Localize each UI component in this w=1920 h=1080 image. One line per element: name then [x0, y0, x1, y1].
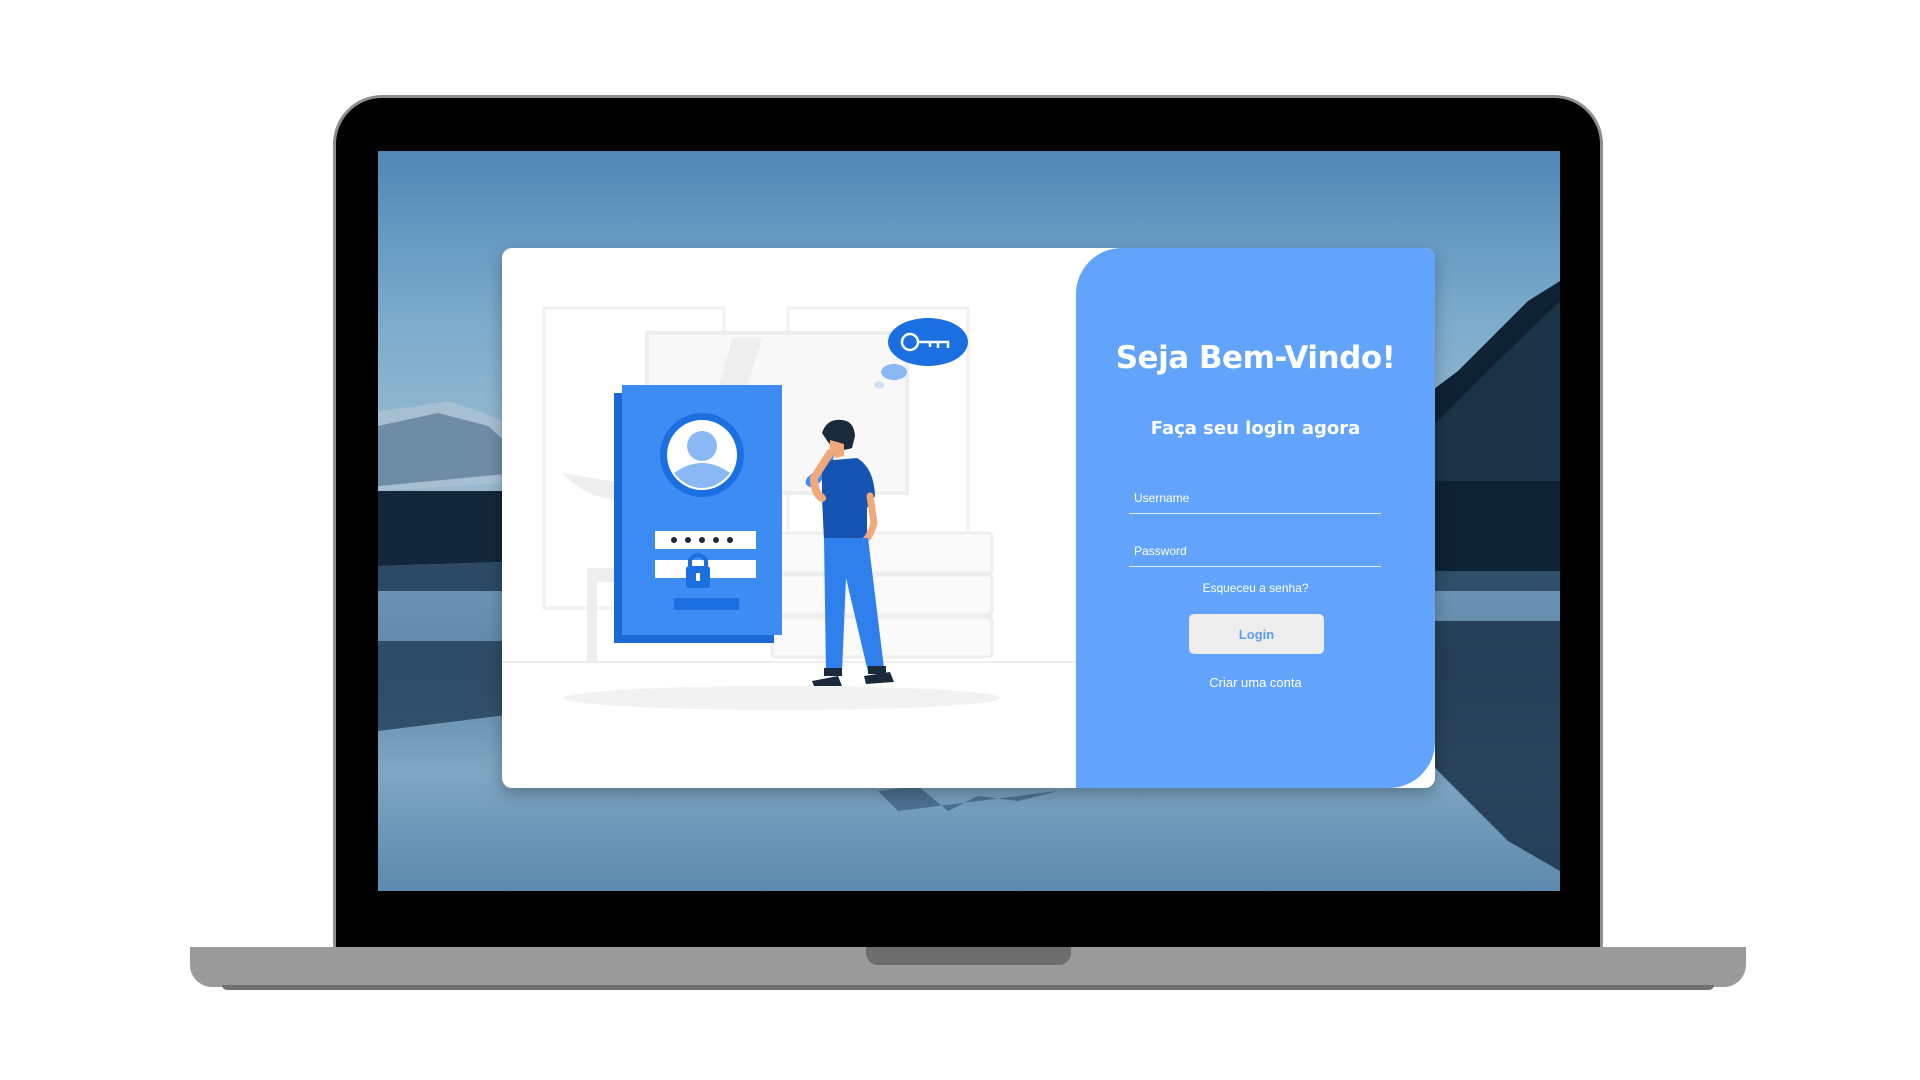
laptop-screen: Seja Bem-Vindo! Faça seu login agora Esq… [378, 151, 1560, 891]
laptop-notch [866, 947, 1071, 965]
laptop-base-shadow [222, 985, 1714, 990]
username-input[interactable] [1129, 486, 1381, 514]
password-input[interactable] [1129, 539, 1381, 567]
create-account-link[interactable]: Criar uma conta [1076, 675, 1435, 690]
login-panel: Seja Bem-Vindo! Faça seu login agora Esq… [1076, 248, 1435, 788]
welcome-title: Seja Bem-Vindo! [1115, 340, 1396, 376]
login-card: Seja Bem-Vindo! Faça seu login agora Esq… [502, 248, 1435, 788]
login-illustration [502, 306, 1076, 710]
forgot-password-link[interactable]: Esqueceu a senha? [1076, 581, 1435, 595]
login-subtitle: Faça seu login agora [1150, 418, 1361, 439]
login-button[interactable]: Login [1189, 614, 1324, 654]
